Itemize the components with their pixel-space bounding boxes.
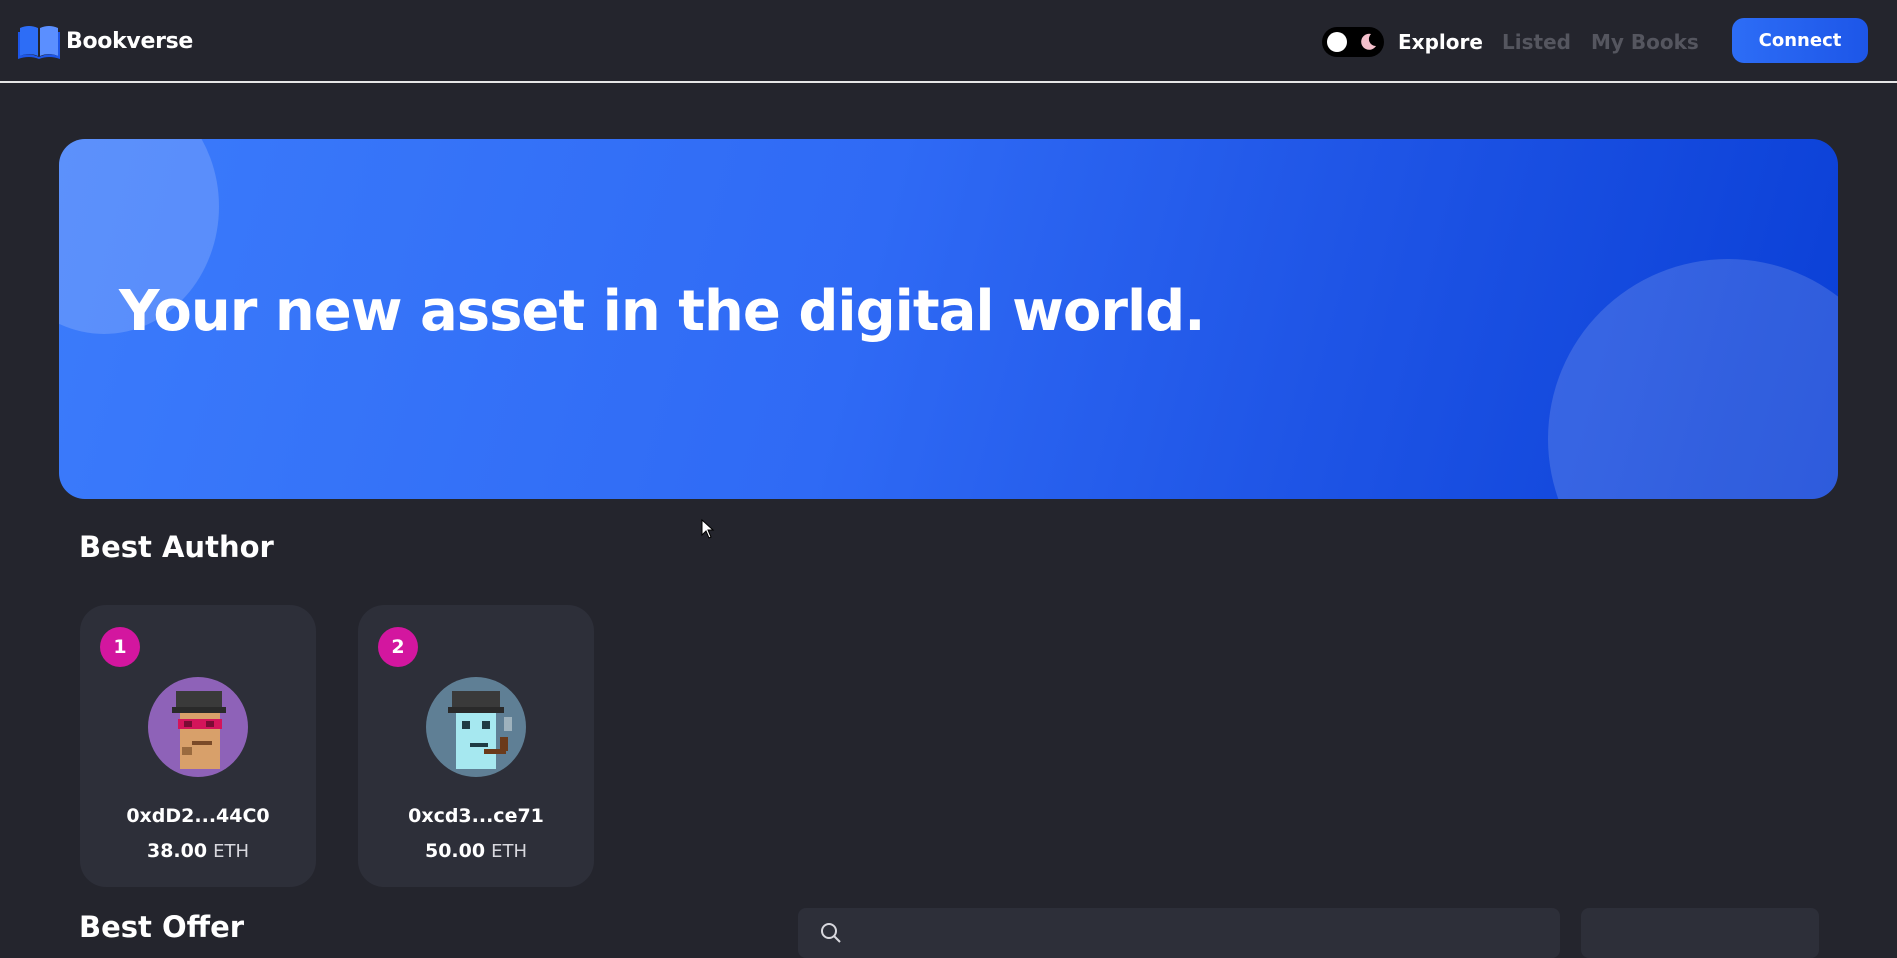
nav-link-listed[interactable]: Listed: [1502, 30, 1571, 54]
rank-badge: 2: [378, 627, 418, 667]
amount-value: 38.00: [146, 840, 208, 862]
best-offer-title: Best Offer: [79, 910, 245, 944]
author-card[interactable]: 1 0xdD2...44C0 38.00 ETH: [80, 605, 316, 887]
hero-title: Your new asset in the digital world.: [119, 279, 1206, 344]
author-card[interactable]: 2 0xcd3...ce71 50.00 ETH: [358, 605, 594, 887]
search-input[interactable]: [798, 908, 1560, 958]
author-amount: 38.00 ETH: [80, 840, 316, 862]
author-avatar: [426, 677, 526, 777]
nav-link-explore[interactable]: Explore: [1398, 30, 1483, 54]
hero-banner: Your new asset in the digital world.: [59, 139, 1838, 499]
brand-name: Bookverse: [66, 28, 194, 54]
author-avatar: [148, 677, 248, 777]
author-amount: 50.00 ETH: [358, 840, 594, 862]
author-address: 0xdD2...44C0: [126, 805, 270, 827]
punk-avatar-icon: [426, 677, 526, 777]
decorative-circle: [1548, 259, 1838, 499]
brand-logo[interactable]: Bookverse: [18, 22, 193, 60]
amount-unit: ETH: [213, 841, 250, 862]
toggle-knob-icon: [1327, 32, 1347, 52]
search-icon: [821, 923, 841, 943]
nav-link-my-books[interactable]: My Books: [1591, 30, 1699, 54]
connect-button[interactable]: Connect: [1732, 18, 1868, 63]
theme-toggle[interactable]: [1322, 27, 1384, 57]
book-icon: [18, 26, 60, 59]
punk-avatar-icon: [148, 677, 248, 777]
moon-icon: [1361, 33, 1376, 50]
rank-badge: 1: [100, 627, 140, 667]
amount-value: 50.00: [424, 840, 486, 862]
amount-unit: ETH: [491, 841, 528, 862]
best-author-title: Best Author: [79, 530, 274, 564]
author-address: 0xcd3...ce71: [408, 805, 544, 827]
mouse-cursor-icon: [701, 519, 715, 539]
sort-filter-select[interactable]: [1581, 908, 1819, 958]
navbar: Bookverse Explore Listed My Books Connec…: [0, 0, 1897, 83]
